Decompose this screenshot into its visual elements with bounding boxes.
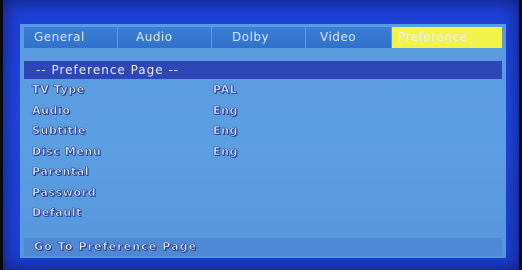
setup-menu-panel: General Audio Dolby Video Preference -- … [20, 24, 506, 258]
setting-label: Disc Menu [32, 144, 102, 158]
setting-label: Audio [32, 103, 71, 117]
setting-label: Default [32, 206, 82, 220]
setting-value: Eng [213, 144, 239, 158]
tab-bar: General Audio Dolby Video Preference [24, 27, 502, 48]
settings-list: TV Type PAL Audio Eng Subtitle Eng Disc … [32, 81, 502, 225]
tab-general[interactable]: General [24, 27, 118, 48]
setting-label: Subtitle [32, 124, 86, 138]
hint-bar: Go To Preference Page [24, 238, 502, 256]
setting-row-tv-type[interactable]: TV Type PAL [32, 81, 502, 102]
setting-row-default[interactable]: Default [32, 204, 502, 225]
setting-value: PAL [213, 83, 238, 97]
setting-label: Password [32, 185, 97, 199]
setting-row-password[interactable]: Password [32, 184, 502, 205]
setting-row-subtitle[interactable]: Subtitle Eng [32, 122, 502, 143]
setting-row-parental[interactable]: Parental [32, 163, 502, 184]
tab-video[interactable]: Video [306, 27, 392, 48]
tab-audio[interactable]: Audio [118, 27, 212, 48]
setting-row-audio[interactable]: Audio Eng [32, 102, 502, 123]
tab-preference[interactable]: Preference [392, 27, 502, 48]
setting-label: TV Type [32, 83, 85, 97]
tab-dolby[interactable]: Dolby [212, 27, 306, 48]
setting-row-disc-menu[interactable]: Disc Menu Eng [32, 143, 502, 164]
hint-text: Go To Preference Page [34, 240, 198, 254]
setting-label: Parental [32, 165, 90, 179]
tv-screen: General Audio Dolby Video Preference -- … [3, 0, 519, 270]
setting-value: Eng [213, 124, 239, 138]
page-title: -- Preference Page -- [24, 61, 502, 79]
setting-value: Eng [213, 103, 239, 117]
